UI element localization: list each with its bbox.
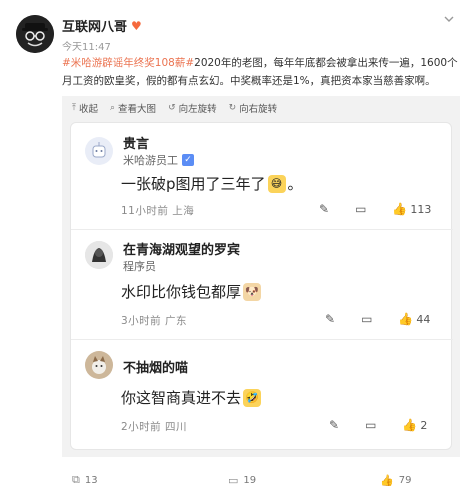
commenter-role: 米哈游员工 ✓ (123, 152, 194, 168)
author-avatar[interactable] (16, 15, 54, 53)
edit-icon[interactable]: ✎ (329, 418, 339, 432)
rotate-right-label: 向右旋转 (239, 104, 278, 115)
comment-location: 四川 (165, 421, 188, 433)
reply-icon[interactable]: ▭ (365, 418, 376, 432)
comment-text: 你这智商真进不去 🤣 (121, 387, 262, 408)
thumbs-up-icon: 👍 (402, 418, 418, 432)
like-button[interactable]: 👍 44 (398, 312, 430, 326)
dog-emoji-icon: 🐶 (243, 282, 262, 301)
comment-meta: 3小时前 广东 (121, 313, 187, 328)
weibo-post: 互联网八哥 ♥ 今天11:47 #米哈游辟谣年终奖108薪#2020年的老图，每… (0, 0, 474, 494)
comment-divider (71, 339, 453, 340)
view-large-button[interactable]: ⌕ 查看大图 (110, 101, 156, 115)
rotate-right-button[interactable]: ↻ 向右旋转 (229, 101, 278, 115)
post-body: #米哈游辟谣年终奖108薪#2020年的老图，每年年底都会被拿出来传一遍，160… (62, 54, 460, 90)
rotate-left-icon: ↺ (168, 103, 176, 113)
comment-period: 。 (287, 175, 303, 193)
comment-meta: 11小时前 上海 (121, 203, 194, 218)
commenter-role: 程序员 (123, 258, 156, 274)
author-name-text[interactable]: 互联网八哥 (62, 16, 127, 35)
comment-time: 3小时前 (121, 315, 162, 327)
rotate-left-label: 向左旋转 (178, 104, 217, 115)
heart-badge-icon: ♥ (131, 18, 142, 33)
comment-button[interactable]: ▭ 19 (228, 474, 256, 487)
commenter-role-text: 米哈游员工 (123, 154, 178, 167)
reply-icon[interactable]: ▭ (355, 202, 366, 216)
comment-actions: ✎ ▭ 👍 113 (319, 202, 431, 216)
view-large-label: 查看大图 (118, 104, 157, 115)
reply-icon[interactable]: ▭ (361, 312, 372, 326)
image-toolbar: ⤒ 收起 ⌕ 查看大图 ↺ 向左旋转 ↻ 向右旋转 (62, 96, 460, 120)
laugh-emoji-icon: 🤣 (243, 388, 262, 407)
comment-screenshot: 贵言 米哈游员工 ✓ 一张破p图用了三年了 😅 。 11小时前 上海 ✎ ▭ 👍… (70, 122, 453, 450)
repost-count: 13 (84, 474, 98, 486)
edit-icon[interactable]: ✎ (319, 202, 329, 216)
like-button[interactable]: 👍 113 (392, 202, 431, 216)
post-time[interactable]: 今天11:47 (62, 38, 111, 53)
image-viewer: ⤒ 收起 ⌕ 查看大图 ↺ 向左旋转 ↻ 向右旋转 贵言 米哈游员工 ✓ 一张破… (62, 96, 460, 457)
comment-time: 11小时前 (121, 205, 169, 217)
sweat-smile-emoji-icon: 😅 (267, 174, 286, 193)
commenter-name[interactable]: 贵言 (123, 133, 149, 152)
thumbs-up-icon: 👍 (392, 202, 408, 216)
repost-button[interactable]: ⧉ 13 (72, 473, 98, 487)
commenter-avatar (85, 137, 113, 165)
comment-icon: ▭ (228, 473, 239, 487)
verified-icon: ✓ (182, 154, 194, 166)
comment-meta: 2小时前 四川 (121, 419, 187, 434)
commenter-name[interactable]: 不抽烟的喵 (123, 357, 188, 376)
commenter-role-text: 程序员 (123, 260, 156, 273)
comment-text-content: 水印比你钱包都厚 (121, 283, 242, 301)
comment-location: 上海 (172, 205, 195, 217)
like-button[interactable]: 👍 2 (402, 418, 427, 432)
collapse-icon: ⤒ (72, 103, 76, 113)
comment-count: 19 (243, 474, 257, 486)
like-count: 2 (420, 418, 428, 432)
repost-icon: ⧉ (72, 473, 80, 486)
comment-time: 2小时前 (121, 421, 162, 433)
comment-actions: ✎ ▭ 👍 44 (325, 312, 430, 326)
comment-text-content: 一张破p图用了三年了 (121, 175, 266, 193)
commenter-avatar (85, 351, 113, 379)
collapse-button[interactable]: ⤒ 收起 (72, 101, 98, 115)
commenter-name[interactable]: 在青海湖观望的罗宾 (123, 239, 240, 258)
like-post-button[interactable]: 👍 79 (380, 474, 411, 487)
zoom-icon: ⌕ (110, 103, 116, 113)
hashtag-link[interactable]: #米哈游辟谣年终奖108薪# (62, 57, 194, 69)
like-count: 44 (416, 312, 431, 326)
comment-text: 水印比你钱包都厚 🐶 (121, 281, 262, 302)
comment-actions: ✎ ▭ 👍 2 (329, 418, 427, 432)
commenter-avatar (85, 241, 113, 269)
comment-location: 广东 (165, 315, 188, 327)
post-like-count: 79 (398, 474, 412, 486)
rotate-right-icon: ↻ (228, 103, 237, 113)
collapse-label: 收起 (78, 104, 98, 115)
author-name[interactable]: 互联网八哥 ♥ (62, 16, 142, 36)
comment-text: 一张破p图用了三年了 😅 。 (121, 173, 303, 194)
thumbs-up-icon: 👍 (398, 312, 414, 326)
comment-divider (71, 229, 453, 230)
rotate-left-button[interactable]: ↺ 向左旋转 (168, 101, 217, 115)
chevron-down-icon[interactable] (442, 12, 456, 26)
edit-icon[interactable]: ✎ (325, 312, 335, 326)
thumbs-up-icon: 👍 (380, 473, 394, 487)
post-footer: ⧉ 13 ▭ 19 👍 79 (62, 470, 460, 490)
comment-text-content: 你这智商真进不去 (121, 389, 242, 407)
like-count: 113 (410, 202, 432, 216)
